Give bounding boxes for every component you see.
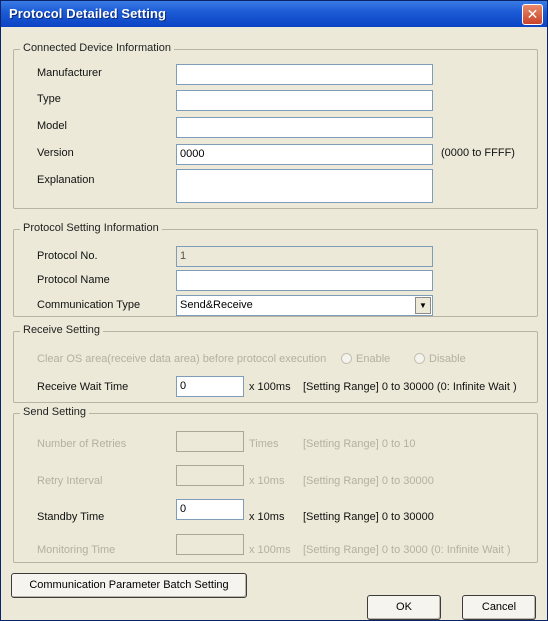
send-setting-legend: Send Setting — [20, 406, 89, 418]
communication-parameter-batch-setting-button[interactable]: Communication Parameter Batch Setting — [11, 573, 247, 598]
explanation-label: Explanation — [37, 174, 95, 186]
monitoring-time-field — [176, 534, 244, 555]
model-label: Model — [37, 120, 67, 132]
model-field[interactable] — [176, 117, 433, 138]
retry-interval-range: [Setting Range] 0 to 30000 — [303, 475, 434, 487]
retry-interval-unit: x 10ms — [249, 475, 285, 487]
retry-interval-label: Retry Interval — [37, 475, 103, 487]
clear-os-area-label: Clear OS area(receive data area) before … — [37, 353, 327, 365]
receive-wait-time-unit: x 100ms — [249, 381, 291, 393]
monitoring-time-unit: x 100ms — [249, 544, 291, 556]
manufacturer-label: Manufacturer — [37, 67, 102, 79]
communication-type-value: Send&Receive — [180, 299, 253, 311]
manufacturer-field[interactable] — [176, 64, 433, 85]
close-button[interactable]: ✕ — [522, 4, 543, 25]
protocol-name-label: Protocol Name — [37, 274, 110, 286]
disable-label: Disable — [429, 353, 466, 365]
send-setting-group: Send Setting — [13, 406, 538, 563]
receive-setting-legend: Receive Setting — [20, 324, 104, 336]
type-field[interactable] — [176, 90, 433, 111]
number-of-retries-field — [176, 431, 244, 452]
ok-button[interactable]: OK — [367, 595, 441, 620]
disable-radio[interactable] — [414, 353, 425, 364]
cancel-button[interactable]: Cancel — [462, 595, 536, 620]
receive-wait-time-field[interactable]: 0 — [176, 376, 244, 397]
retry-interval-field — [176, 465, 244, 486]
version-label: Version — [37, 147, 74, 159]
dialog-title: Protocol Detailed Setting — [9, 6, 167, 21]
type-label: Type — [37, 93, 61, 105]
monitoring-time-range: [Setting Range] 0 to 3000 (0: Infinite W… — [303, 544, 511, 556]
title-bar[interactable]: Protocol Detailed Setting ✕ — [1, 1, 547, 27]
standby-time-label: Standby Time — [37, 511, 105, 523]
number-of-retries-range: [Setting Range] 0 to 10 — [303, 438, 416, 450]
number-of-retries-label: Number of Retries — [37, 438, 127, 450]
explanation-field[interactable] — [176, 169, 433, 203]
receive-wait-time-range: [Setting Range] 0 to 30000 (0: Infinite … — [303, 381, 517, 393]
enable-label: Enable — [356, 353, 391, 365]
protocol-detailed-setting-dialog: Protocol Detailed Setting ✕ Connected De… — [0, 0, 548, 621]
chevron-down-icon[interactable]: ▼ — [415, 297, 431, 314]
standby-time-range: [Setting Range] 0 to 30000 — [303, 511, 434, 523]
version-range: (0000 to FFFF) — [441, 147, 515, 159]
communication-type-select[interactable]: Send&Receive ▼ — [176, 295, 433, 316]
version-field[interactable]: 0000 — [176, 144, 433, 165]
communication-type-label: Communication Type — [37, 299, 141, 311]
standby-time-field[interactable]: 0 — [176, 499, 244, 520]
close-icon: ✕ — [526, 6, 539, 22]
standby-time-unit: x 10ms — [249, 511, 285, 523]
protocol-no-field: 1 — [176, 246, 433, 267]
protocol-name-field[interactable] — [176, 270, 433, 291]
protocol-no-label: Protocol No. — [37, 250, 98, 262]
receive-wait-time-label: Receive Wait Time — [37, 381, 129, 393]
connected-device-legend: Connected Device Information — [20, 42, 174, 54]
enable-radio[interactable] — [341, 353, 352, 364]
number-of-retries-unit: Times — [249, 438, 279, 450]
protocol-setting-legend: Protocol Setting Information — [20, 222, 162, 234]
monitoring-time-label: Monitoring Time — [37, 544, 116, 556]
